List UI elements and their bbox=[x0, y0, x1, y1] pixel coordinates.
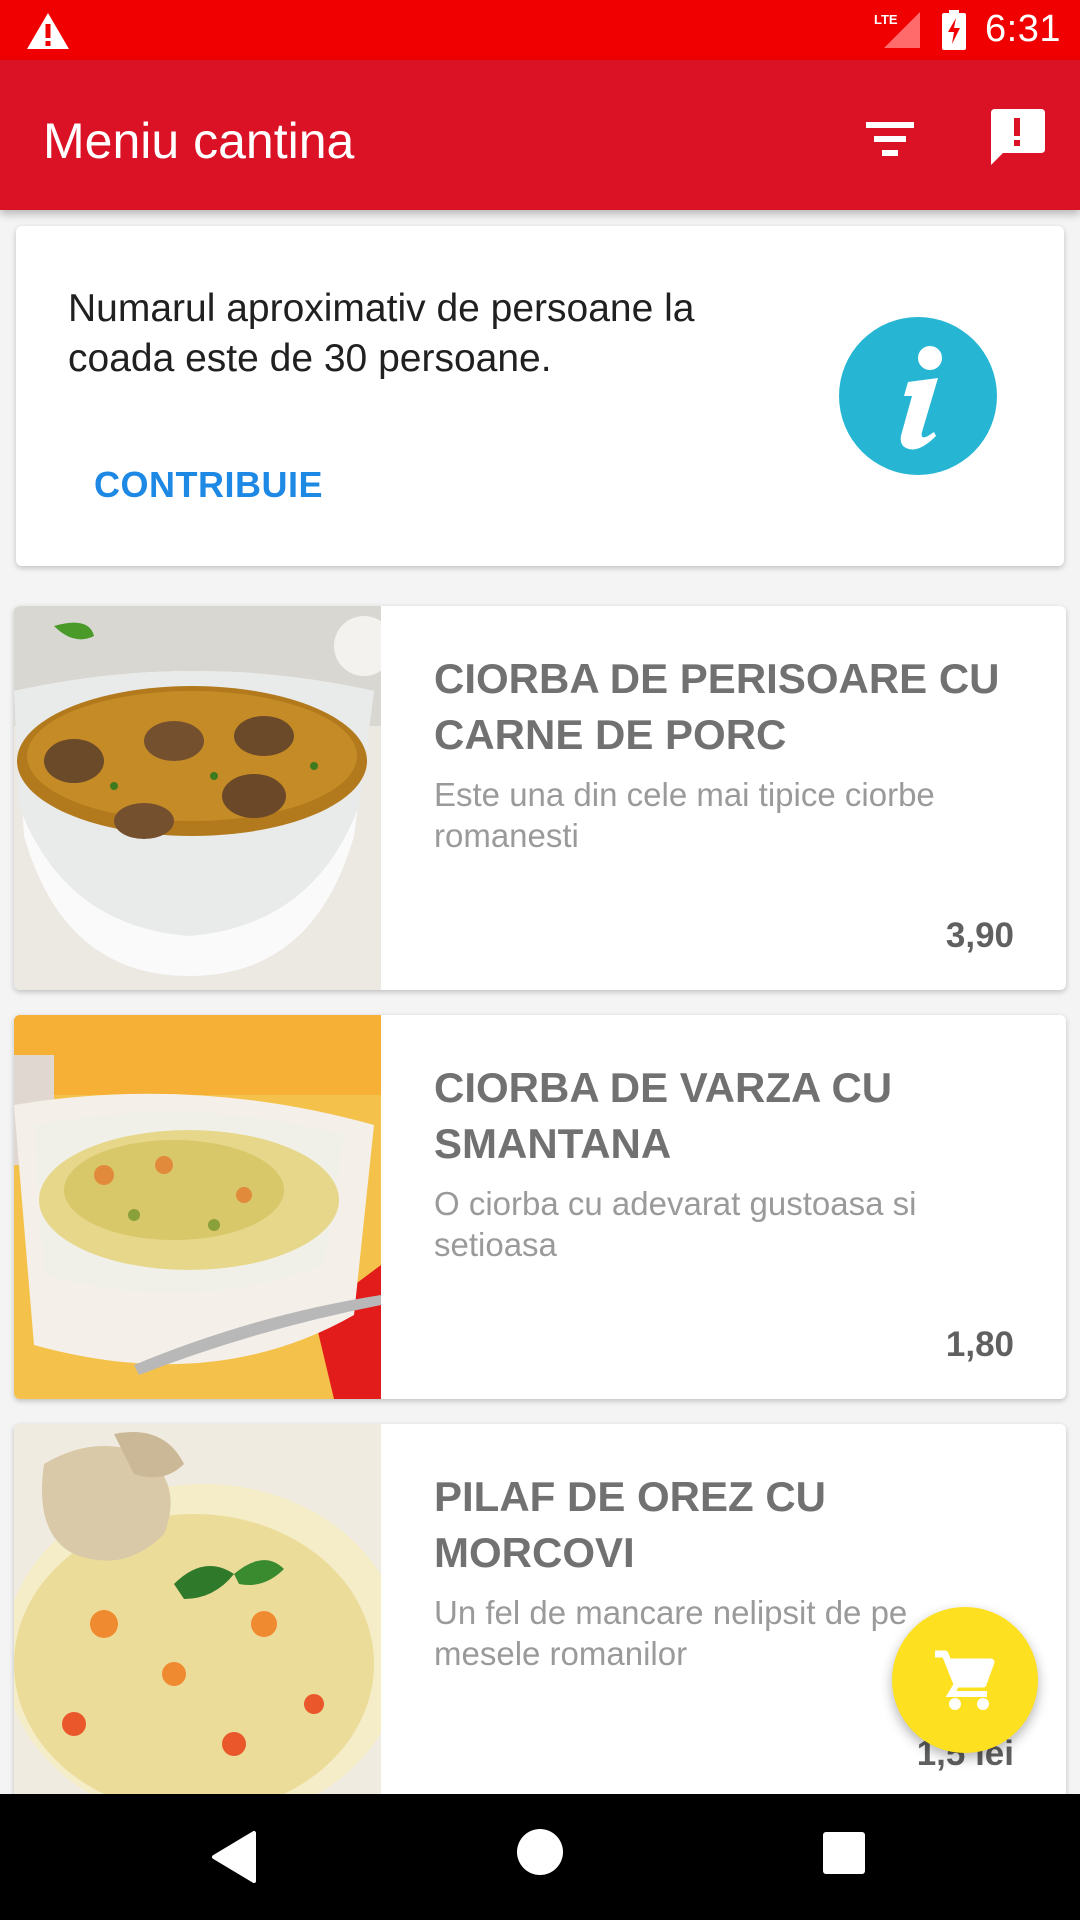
system-nav-bar bbox=[0, 1794, 1080, 1920]
dish-description: O ciorba cu adevarat gustoasa si setioas… bbox=[434, 1185, 917, 1263]
dish-description: Este una din cele mai tipice ciorbe roma… bbox=[434, 776, 935, 854]
food-photo bbox=[14, 1015, 381, 1399]
cart-icon bbox=[935, 1650, 995, 1710]
back-icon[interactable] bbox=[210, 1830, 260, 1884]
contribute-button[interactable]: CONTRIBUIE bbox=[78, 454, 339, 516]
battery-charging-icon bbox=[942, 10, 966, 50]
dish-price: 3,90 bbox=[945, 916, 1014, 955]
menu-item[interactable]: CIORBA DE VARZA CU SMANTANA O ciorba cu … bbox=[14, 1015, 1066, 1399]
status-time: 6:31 bbox=[985, 8, 1061, 50]
dish-name: CIORBA DE PERISOARE CU CARNE DE PORC bbox=[434, 655, 1000, 758]
dish-name: PILAF DE OREZ CU MORCOVI bbox=[434, 1473, 827, 1576]
feedback-icon[interactable] bbox=[985, 105, 1049, 169]
dish-description: Un fel de mancare nelipsit de pe mesele … bbox=[434, 1594, 908, 1672]
menu-item[interactable]: PILAF DE OREZ CU MORCOVI Un fel de manca… bbox=[14, 1424, 1066, 1808]
filter-icon[interactable] bbox=[860, 110, 920, 170]
menu-item[interactable]: CIORBA DE PERISOARE CU CARNE DE PORC Est… bbox=[14, 606, 1066, 990]
dish-name: CIORBA DE VARZA CU SMANTANA bbox=[434, 1064, 893, 1167]
page-title: Meniu cantina bbox=[43, 113, 355, 169]
svg-text:LTE: LTE bbox=[874, 12, 898, 27]
cart-button[interactable] bbox=[892, 1607, 1038, 1753]
food-photo bbox=[14, 1424, 381, 1808]
food-photo bbox=[14, 606, 381, 990]
lte-signal-icon: LTE bbox=[874, 12, 920, 48]
warning-icon bbox=[27, 13, 69, 49]
home-icon[interactable] bbox=[517, 1829, 563, 1875]
info-icon bbox=[839, 317, 997, 475]
status-bar: LTE 6:31 bbox=[0, 0, 1080, 60]
app-bar: Meniu cantina bbox=[0, 60, 1080, 210]
dish-price: 1,80 bbox=[945, 1325, 1014, 1364]
recents-icon[interactable] bbox=[823, 1832, 865, 1874]
queue-info-text: Numarul aproximativ de persoane la coada… bbox=[68, 287, 695, 380]
queue-info-card: Numarul aproximativ de persoane la coada… bbox=[16, 226, 1064, 566]
